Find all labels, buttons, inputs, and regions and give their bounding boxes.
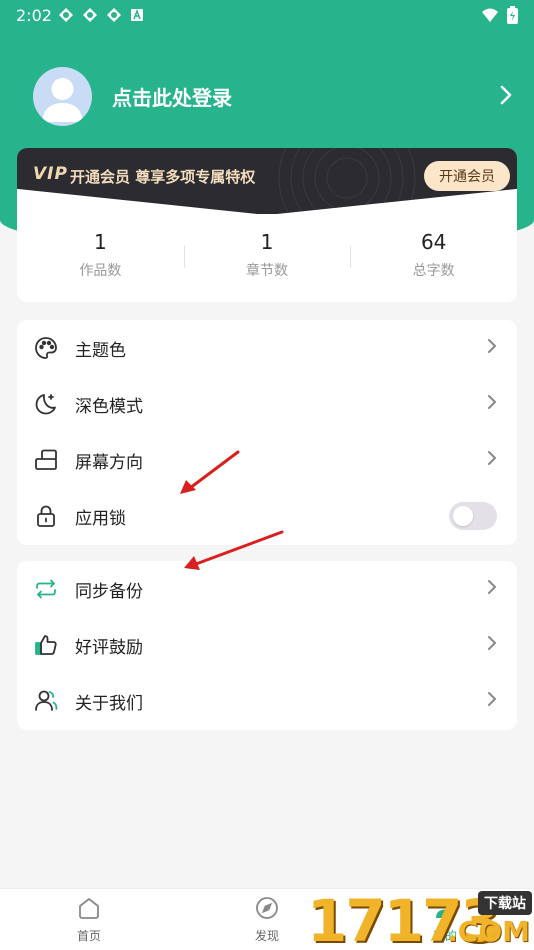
stat-chapters[interactable]: 1 章节数 xyxy=(183,230,351,290)
chevron-right-icon xyxy=(487,450,497,470)
moon-icon xyxy=(33,391,59,417)
stat-value: 1 xyxy=(260,230,274,254)
stat-label: 章节数 xyxy=(246,263,288,279)
system-icons xyxy=(481,6,518,28)
stat-word-count[interactable]: 64 总字数 xyxy=(350,230,517,290)
watermark-suffix: .COM xyxy=(447,915,530,948)
menu-item-label: 应用锁 xyxy=(75,508,126,529)
chevron-right-icon[interactable] xyxy=(499,84,513,110)
avatar[interactable] xyxy=(33,66,92,126)
chevron-right-icon xyxy=(487,394,497,414)
menu-item-label: 主题色 xyxy=(75,340,126,361)
login-prompt[interactable]: 点击此处登录 xyxy=(112,82,232,111)
wifi-icon xyxy=(481,7,499,27)
about-card: 同步备份 好评鼓励 关于我们 xyxy=(17,561,517,730)
stat-label: 作品数 xyxy=(79,263,122,279)
menu-item-about-us[interactable]: 关于我们 xyxy=(17,673,517,729)
stats-card: VIP 开通会员 尊享多项专属特权 开通会员 1 作品数 1 章节数 64 总字… xyxy=(17,148,517,302)
vip-logo: VIP xyxy=(33,164,68,184)
menu-item-label: 好评鼓励 xyxy=(75,637,143,658)
compass-icon xyxy=(256,897,278,919)
red-arrow-annotation xyxy=(180,450,240,494)
battery-icon xyxy=(507,6,518,28)
menu-item-theme-color[interactable]: 主题色 xyxy=(17,320,517,376)
stats-row: 1 作品数 1 章节数 64 总字数 xyxy=(17,230,517,290)
app-notification-icon xyxy=(58,7,74,23)
login-row[interactable]: 点击此处登录 xyxy=(33,66,513,126)
people-icon xyxy=(33,688,59,714)
thumbs-up-icon xyxy=(33,632,59,658)
notification-icons xyxy=(58,7,146,23)
vip-promo-text: 开通会员 尊享多项专属特权 xyxy=(70,168,256,186)
toggle-knob xyxy=(453,506,473,526)
app-lock-toggle[interactable] xyxy=(449,502,497,530)
nav-discover[interactable]: 发现 xyxy=(237,895,297,944)
nav-home[interactable]: 首页 xyxy=(59,895,119,944)
settings-card: 主题色 深色模式 屏幕方向 应用锁 xyxy=(17,320,517,545)
chevron-right-icon xyxy=(487,635,497,655)
site-watermark: 17173 下载站 .COM xyxy=(305,885,534,950)
chevron-right-icon xyxy=(487,338,497,358)
status-bar: 2:02 xyxy=(0,0,534,30)
app-notification-icon xyxy=(82,7,98,23)
lock-icon xyxy=(33,503,59,529)
menu-item-screen-orientation[interactable]: 屏幕方向 xyxy=(17,432,517,488)
nav-label: 发现 xyxy=(254,929,279,943)
chevron-right-icon xyxy=(487,579,497,599)
open-membership-button[interactable]: 开通会员 xyxy=(424,161,510,191)
status-time: 2:02 xyxy=(16,6,52,25)
menu-item-label: 同步备份 xyxy=(75,581,143,602)
home-icon xyxy=(79,898,99,919)
stat-value: 64 xyxy=(420,230,447,254)
chevron-right-icon xyxy=(487,691,497,711)
stat-value: 1 xyxy=(93,230,107,254)
menu-item-rate-app[interactable]: 好评鼓励 xyxy=(17,617,517,673)
menu-item-label: 屏幕方向 xyxy=(75,452,143,473)
default-user-icon xyxy=(42,77,83,122)
sync-icon xyxy=(33,576,59,602)
stat-label: 总字数 xyxy=(412,263,455,279)
watermark-tag: 下载站 xyxy=(478,891,532,915)
menu-item-label: 关于我们 xyxy=(75,693,143,714)
palette-icon xyxy=(33,335,59,361)
app-notification-icon xyxy=(106,7,122,23)
stat-works[interactable]: 1 作品数 xyxy=(17,230,184,290)
menu-item-label: 深色模式 xyxy=(75,396,143,417)
nav-label: 首页 xyxy=(76,929,101,943)
menu-item-dark-mode[interactable]: 深色模式 xyxy=(17,376,517,432)
text-notification-icon xyxy=(130,7,146,23)
vip-banner[interactable]: VIP 开通会员 尊享多项专属特权 开通会员 xyxy=(17,148,517,214)
red-arrow-annotation xyxy=(184,530,284,570)
screen-rotate-icon xyxy=(33,447,59,473)
